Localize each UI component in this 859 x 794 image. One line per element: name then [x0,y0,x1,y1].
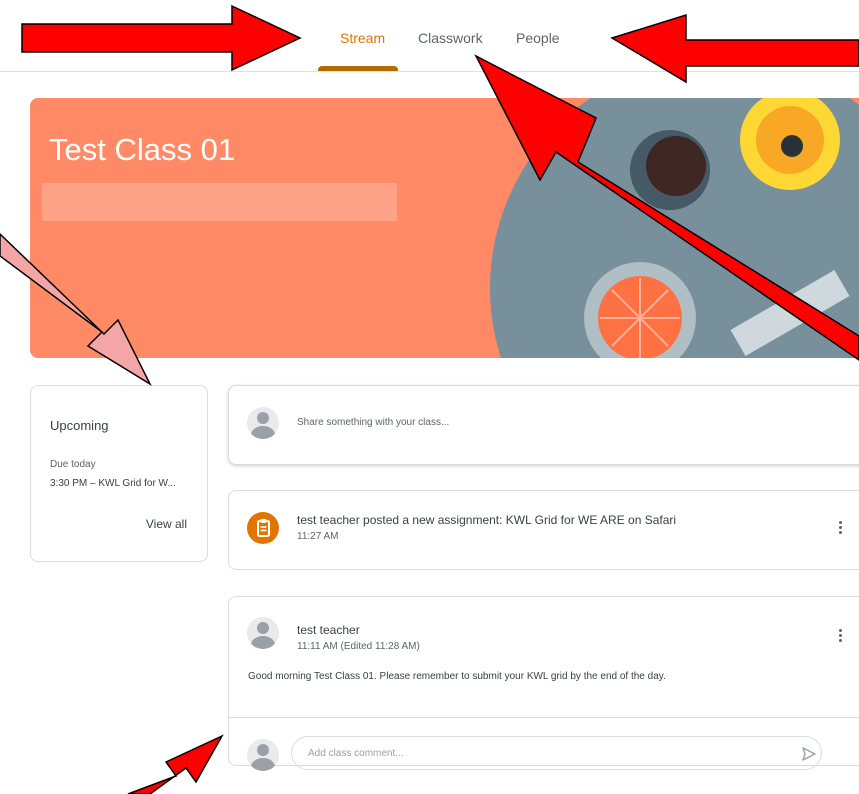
more-options-icon[interactable] [835,627,845,647]
comment-input[interactable] [308,737,778,769]
author-avatar [247,617,279,649]
assignment-icon [247,512,279,544]
announcement-post-card: test teacher 11:11 AM (Edited 11:28 AM) … [228,596,859,771]
assignment-post-card[interactable]: test teacher posted a new assignment: KW… [228,490,859,570]
share-placeholder[interactable]: Share something with your class... [297,417,449,428]
comment-field[interactable] [291,736,822,770]
view-all-link[interactable]: View all [146,517,187,531]
share-announcement-card[interactable]: Share something with your class... [228,385,859,465]
active-tab-indicator [318,66,398,71]
assignment-time: 11:27 AM [297,531,339,542]
class-subtitle-redacted [42,183,397,221]
user-avatar [247,407,279,439]
assignment-title[interactable]: test teacher posted a new assignment: KW… [297,513,676,527]
tab-classwork[interactable]: Classwork [418,30,483,46]
post-timestamp: 11:11 AM (Edited 11:28 AM) [297,641,420,652]
more-options-icon[interactable] [835,519,845,539]
tab-people[interactable]: People [516,30,560,46]
post-body: Good morning Test Class 01. Please remem… [248,671,666,682]
arrow-to-comment [127,734,224,794]
divider [229,717,859,718]
commenter-avatar [247,739,279,771]
send-icon[interactable] [800,745,818,763]
tab-stream[interactable]: Stream [340,30,385,46]
class-banner: Test Class 01 [30,98,859,358]
upcoming-due-label: Due today [50,459,96,470]
post-author: test teacher [297,623,360,637]
tab-bar: Stream Classwork People [0,0,859,72]
upcoming-item-link[interactable]: 3:30 PM – KWL Grid for W... [50,478,176,489]
upcoming-title: Upcoming [50,418,109,433]
upcoming-card: Upcoming Due today 3:30 PM – KWL Grid fo… [30,385,208,562]
class-title: Test Class 01 [49,132,236,167]
